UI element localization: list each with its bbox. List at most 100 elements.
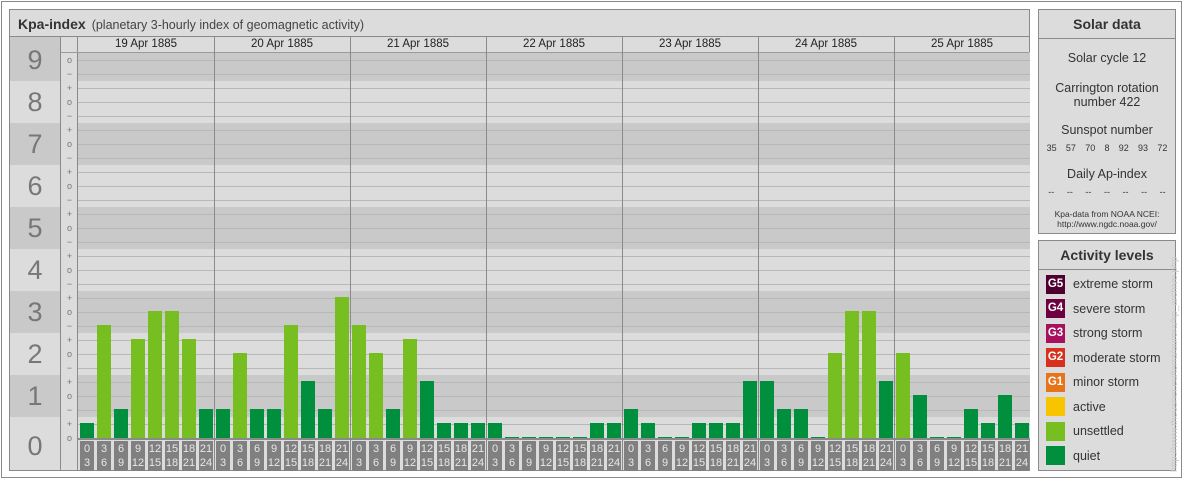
grid-line — [78, 284, 1030, 285]
kp-bar — [777, 408, 791, 438]
hour-label: 9 12 — [131, 441, 145, 471]
hour-label: 12 15 — [420, 441, 434, 471]
axis-divider — [77, 37, 78, 470]
axis-divider — [60, 37, 61, 470]
kp-bar — [301, 380, 315, 438]
grid-line — [78, 326, 1030, 327]
ap-label: Daily Ap-index — [1067, 167, 1147, 181]
sub-level-label: o — [66, 55, 72, 65]
day-header: 21 Apr 1885 — [386, 38, 450, 50]
day-header: 23 Apr 1885 — [658, 38, 722, 50]
kp-bar — [267, 408, 281, 438]
sub-level-label: + — [66, 251, 73, 261]
activity-level-quiet: quiet — [1039, 444, 1175, 469]
sunspot-values: 35 57 70 8 92 93 72 — [1039, 143, 1175, 153]
kp-chart-panel: Kpa-index (planetary 3-hourly index of ge… — [9, 9, 1030, 471]
credit-url: http://www.theusner.eu/terra/aurora/kp_a… — [1169, 256, 1180, 472]
grid-line — [78, 74, 1030, 75]
grid-line — [78, 158, 1030, 159]
level-label: strong storm — [1073, 326, 1143, 341]
kp-bar — [233, 352, 247, 438]
kp-bar — [471, 422, 485, 438]
sub-level-label: + — [66, 377, 73, 387]
kp-bar — [556, 436, 570, 438]
hour-label: 69 — [386, 441, 400, 471]
activity-level-moderate-storm: G2 moderate storm — [1039, 346, 1175, 371]
day-divider — [622, 37, 623, 470]
kp-bar — [488, 422, 502, 438]
solar-data-panel: Solar data Solar cycle 12 Carrington rot… — [1038, 9, 1176, 234]
kp-bar — [879, 380, 893, 438]
hour-label: 12 15 — [284, 441, 298, 471]
sunspot-value: 8 — [1104, 143, 1110, 153]
day-header: 25 Apr 1885 — [930, 38, 994, 50]
level-swatch: G4 — [1046, 299, 1065, 319]
sub-level-label: o — [66, 349, 72, 359]
hour-label: 15 18 — [709, 441, 723, 471]
ap-value: -- — [1122, 187, 1129, 197]
y-label: 5 — [27, 213, 43, 243]
hour-label: 69 — [522, 441, 536, 471]
kp-bar — [403, 338, 417, 438]
y-label: 1 — [27, 381, 43, 411]
hour-label: 03 — [760, 441, 774, 471]
sub-level-label: + — [66, 125, 73, 135]
hour-label: 12 15 — [828, 441, 842, 471]
sub-level-label: − — [66, 363, 73, 373]
source-line-1: Kpa-data from NOAA NCEI: — [1054, 209, 1160, 219]
sub-level-label: o — [66, 139, 72, 149]
ap-value: -- — [1103, 187, 1110, 197]
day-divider — [894, 37, 895, 470]
day-divider — [486, 37, 487, 470]
hour-label: 69 — [114, 441, 128, 471]
hour-label: 36 — [913, 441, 927, 471]
grid-line — [78, 312, 1030, 313]
kp-bar — [743, 380, 757, 438]
hour-label: 03 — [488, 441, 502, 471]
kp-bar — [335, 296, 349, 438]
hour-label: 18 21 — [318, 441, 332, 471]
sunspot-value: 92 — [1118, 143, 1129, 153]
level-swatch — [1046, 446, 1065, 466]
sub-level-label: + — [66, 167, 73, 177]
level-label: moderate storm — [1073, 350, 1161, 365]
level-swatch: G3 — [1046, 323, 1065, 343]
hour-label: 15 18 — [845, 441, 859, 471]
sunspot-label: Sunspot number — [1061, 123, 1153, 137]
kp-bar — [522, 436, 536, 438]
day-header: 19 Apr 1885 — [114, 38, 178, 50]
hour-label: 18 21 — [590, 441, 604, 471]
sub-level-label: o — [66, 181, 72, 191]
hour-label: 69 — [250, 441, 264, 471]
sunspot-value: 72 — [1157, 143, 1168, 153]
carrington-line-2: number 422 — [1073, 95, 1141, 109]
kp-bar — [352, 324, 366, 438]
kp-bar — [828, 352, 842, 438]
hour-label: 03 — [896, 441, 910, 471]
hour-label: 21 24 — [199, 441, 213, 471]
grid-line — [78, 200, 1030, 201]
kp-bar — [148, 310, 162, 438]
hour-label: 18 21 — [726, 441, 740, 471]
solar-cycle: Solar cycle 12 — [1067, 51, 1147, 65]
activity-level-unsettled: unsettled — [1039, 419, 1175, 444]
plot-band-9 — [78, 52, 1030, 81]
kp-bar — [607, 422, 621, 438]
hour-label: 69 — [930, 441, 944, 471]
kp-bar — [930, 436, 944, 438]
kp-bar — [981, 422, 995, 438]
kp-bar — [998, 394, 1012, 438]
grid-line — [78, 60, 1030, 61]
ap-value: -- — [1048, 187, 1055, 197]
sub-level-label: o — [66, 433, 72, 443]
hour-label: 36 — [369, 441, 383, 471]
grid-line — [78, 242, 1030, 243]
y-label: 3 — [27, 297, 43, 327]
level-label: severe storm — [1073, 301, 1146, 316]
kp-bar — [420, 380, 434, 438]
hour-label: 12 15 — [556, 441, 570, 471]
grid-line — [78, 340, 1030, 341]
kp-bar — [794, 408, 808, 438]
source-link[interactable]: http://www.ngdc.noaa.gov/ — [1039, 219, 1175, 229]
grid-line — [78, 270, 1030, 271]
